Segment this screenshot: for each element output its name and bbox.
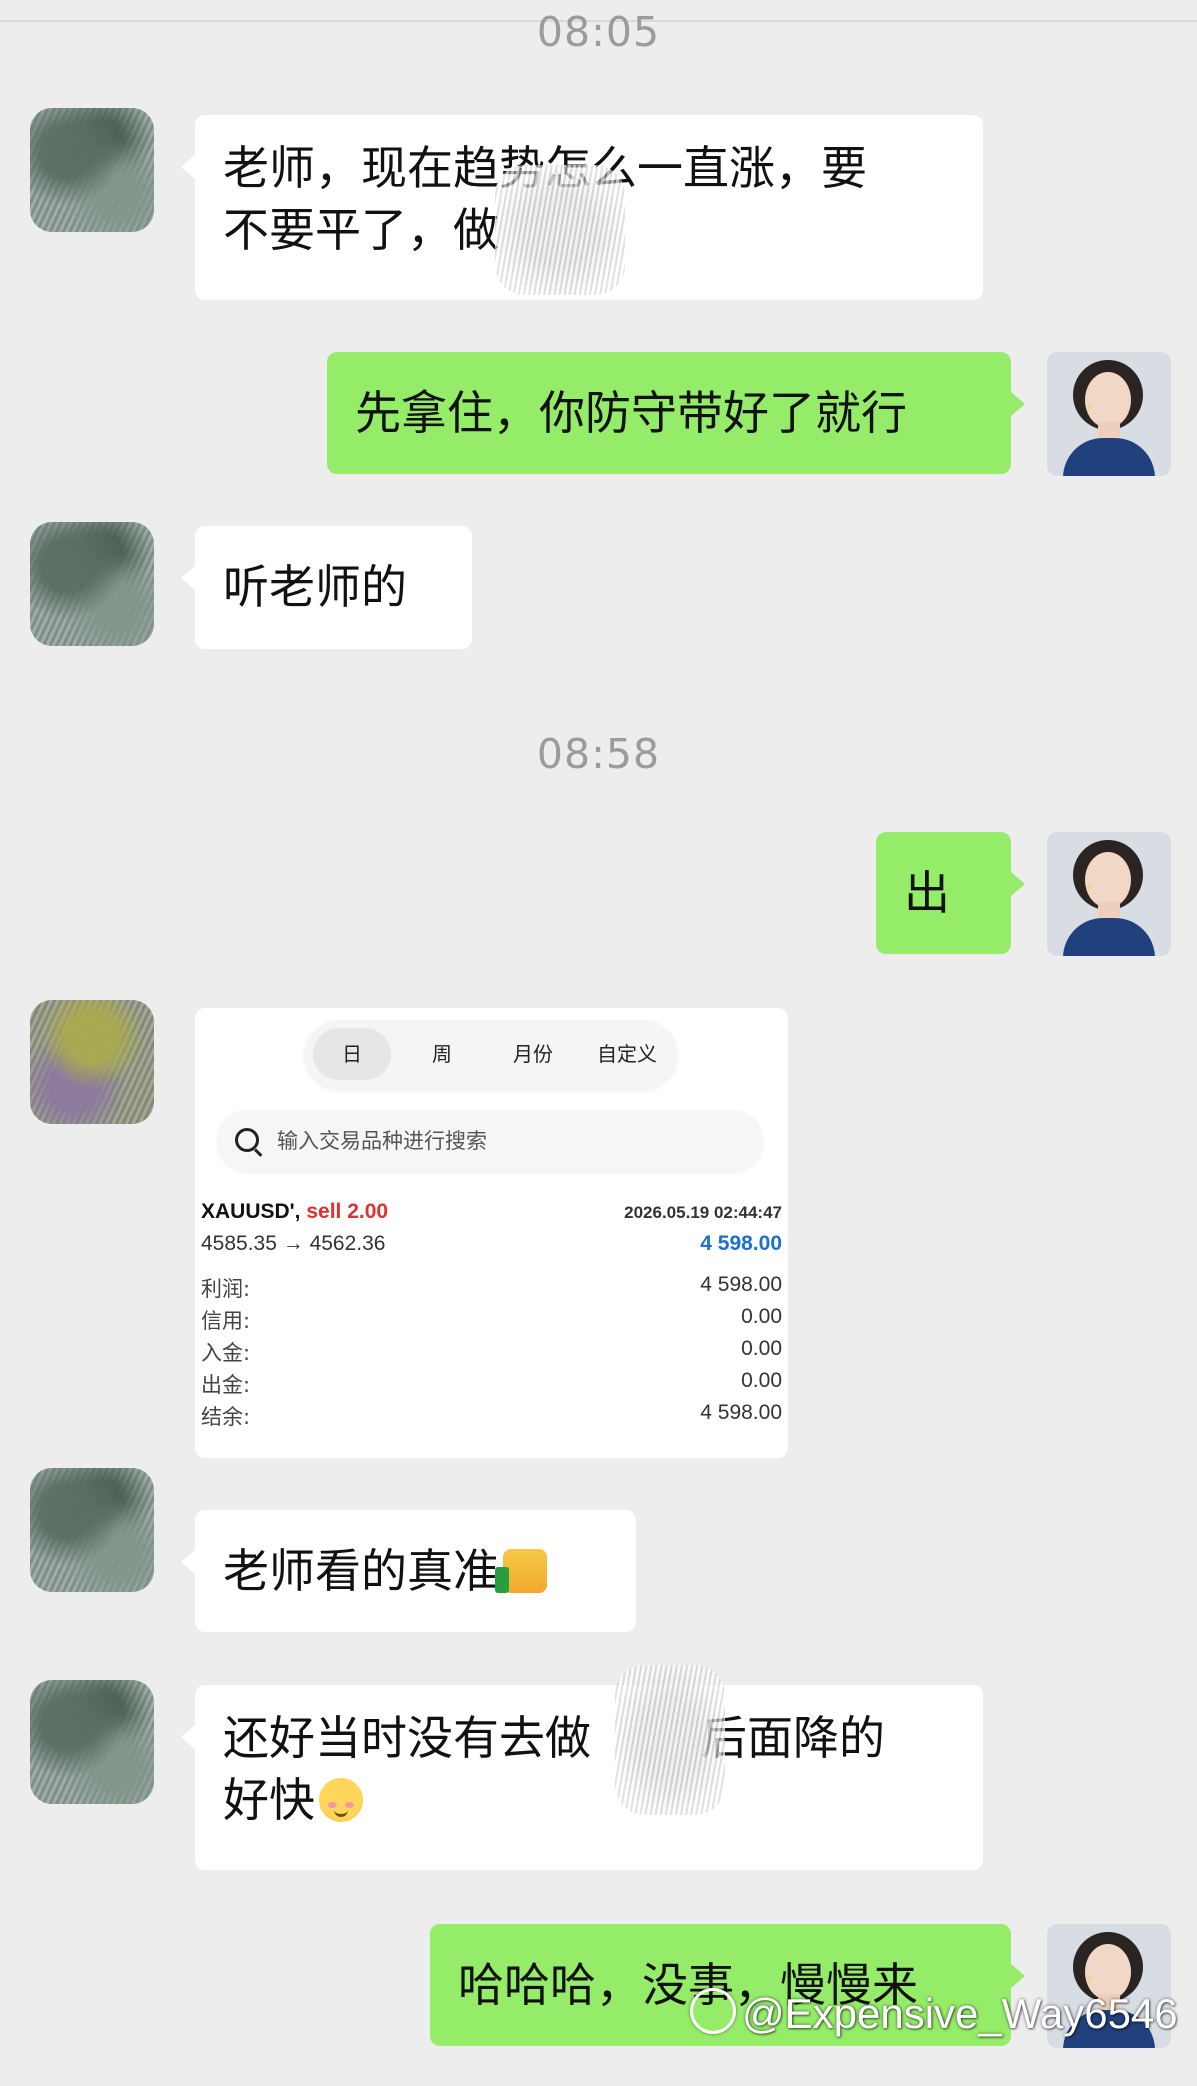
image-message-trade-screenshot[interactable]: 日 周 月份 自定义 输入交易品种进行搜索 XAUUSD', sell 2.00…: [195, 1008, 788, 1458]
message-text-line: 还好当时没有去做 后面降的: [223, 1711, 885, 1765]
contact-avatar[interactable]: [30, 1680, 154, 1804]
contact-avatar[interactable]: [30, 1000, 154, 1124]
summary-label: 信用:: [201, 1309, 251, 1333]
message-text: 老师看的真准: [223, 1532, 608, 1602]
trade-side: sell 2.00: [306, 1200, 389, 1223]
message-text-line: 好快: [223, 1769, 955, 1831]
search-placeholder: 输入交易品种进行搜索: [277, 1129, 487, 1153]
tab-week: 周: [432, 1042, 452, 1066]
period-tab-bar: 日 周 月份 自定义: [305, 1020, 677, 1088]
outgoing-message[interactable]: 先拿住，你防守带好了就行: [327, 352, 1025, 474]
tab-custom: 自定义: [597, 1042, 657, 1066]
trade-profit: 4 598.00: [700, 1232, 782, 1255]
incoming-message[interactable]: 老师看的真准: [181, 1510, 636, 1632]
message-text: 先拿住，你防守带好了就行: [355, 386, 907, 440]
thumbs-up-emoji-icon: [495, 1549, 547, 1593]
contact-avatar[interactable]: [30, 522, 154, 646]
summary-value: 0.00: [741, 1305, 782, 1328]
watermark: @Expensive_Way6546: [690, 1988, 1178, 2038]
trade-symbol-line: XAUUSD', sell 2.00: [201, 1200, 389, 1223]
search-icon: [235, 1128, 259, 1152]
platform-logo-icon: [690, 1988, 736, 2034]
summary-value: 4 598.00: [700, 1273, 782, 1296]
search-box: 输入交易品种进行搜索: [217, 1110, 763, 1172]
message-text: 听老师的: [223, 560, 407, 614]
trade-datetime: 2026.05.19 02:44:47: [624, 1203, 782, 1222]
incoming-message[interactable]: 还好当时没有去做 后面降的 好快: [181, 1665, 983, 1870]
user-avatar[interactable]: [1047, 352, 1171, 476]
summary-label: 入金:: [201, 1341, 251, 1365]
summary-value: 4 598.00: [700, 1401, 782, 1424]
timestamp: 08:05: [536, 8, 661, 56]
incoming-message[interactable]: 老师，现在趋势怎么一直涨，要 不要平了，做: [181, 115, 983, 300]
message-text: 出: [904, 866, 950, 920]
timestamp: 08:58: [536, 730, 661, 778]
summary-value: 0.00: [741, 1369, 782, 1392]
summary-label: 出金:: [201, 1373, 251, 1397]
redaction-blot: [615, 1665, 725, 1815]
summary-value: 0.00: [741, 1337, 782, 1360]
user-avatar[interactable]: [1047, 832, 1171, 956]
contact-avatar[interactable]: [30, 1468, 154, 1592]
incoming-message[interactable]: 听老师的: [181, 526, 472, 649]
outgoing-message[interactable]: 出: [876, 832, 1025, 954]
symbol: XAUUSD': [201, 1200, 295, 1223]
contact-avatar[interactable]: [30, 108, 154, 232]
tab-month: 月份: [513, 1042, 553, 1066]
redaction-blot: [495, 165, 625, 295]
summary-label: 结余:: [201, 1405, 251, 1429]
smiling-face-emoji-icon: [319, 1778, 363, 1822]
tab-day: 日: [313, 1028, 391, 1080]
trade-prices: 4585.35 → 4562.36: [201, 1232, 386, 1255]
summary-label: 利润:: [201, 1277, 251, 1301]
